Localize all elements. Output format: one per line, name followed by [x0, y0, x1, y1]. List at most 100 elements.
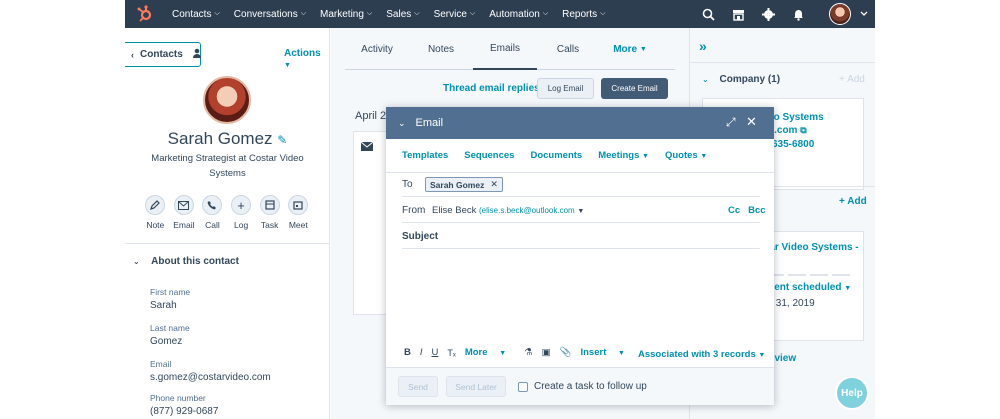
close-icon[interactable]: ✕: [746, 114, 757, 130]
create-email-button[interactable]: Create Email: [601, 78, 668, 99]
contact-avatar: [203, 76, 251, 124]
tab-activity[interactable]: Activity: [345, 28, 409, 70]
more-format-dropdown[interactable]: More ▼: [465, 347, 515, 358]
field-value-email[interactable]: s.gomez@costarvideo.com: [150, 372, 271, 383]
clear-format-icon[interactable]: Tₓ: [447, 348, 455, 358]
attachment-icon[interactable]: 📎: [560, 347, 572, 358]
email-composer-footer: Send Send Later Create a task to follow …: [386, 367, 774, 405]
chevron-down-icon: ⌄: [133, 257, 140, 266]
cc-bcc-links: Cc Bcc: [728, 205, 766, 216]
deal-name-link[interactable]: tar Video Systems -: [766, 242, 859, 253]
nav-sales[interactable]: Sales ⌵: [386, 9, 419, 20]
personalize-icon[interactable]: ⚗: [524, 347, 533, 358]
task-icon: [259, 195, 280, 215]
task-action[interactable]: Task: [255, 195, 284, 230]
tab-notes[interactable]: Notes: [409, 28, 473, 70]
underline-button[interactable]: U: [432, 347, 439, 358]
from-label: From: [402, 205, 426, 216]
nav-contacts[interactable]: Contacts ⌵: [172, 9, 220, 20]
meetings-dropdown[interactable]: Meetings ▼: [598, 150, 649, 161]
quotes-dropdown[interactable]: Quotes ▼: [665, 150, 707, 161]
chevron-down-icon: ⌄: [702, 75, 709, 84]
edit-pencil-icon[interactable]: ✎: [277, 133, 287, 147]
email-body-editor[interactable]: [402, 253, 760, 341]
external-link-icon: ⧉: [800, 125, 807, 135]
nav-service[interactable]: Service ⌵: [434, 9, 476, 20]
company-phone-link[interactable]: 635-6800: [772, 139, 814, 150]
templates-button[interactable]: Templates: [402, 150, 448, 161]
image-icon[interactable]: ▣: [542, 347, 551, 358]
user-avatar[interactable]: [829, 3, 851, 25]
cc-link[interactable]: Cc: [728, 205, 740, 216]
company-section-toggle[interactable]: ⌄ Company (1): [702, 74, 780, 85]
deal-close-date: y 31, 2019: [768, 298, 815, 309]
add-company-button[interactable]: + Add: [839, 74, 865, 85]
expand-icon[interactable]: ⤢: [726, 115, 736, 130]
divider: [690, 62, 875, 63]
bold-button[interactable]: B: [404, 347, 411, 358]
field-value-phone[interactable]: (877) 929-0687: [150, 406, 218, 417]
nav-reports[interactable]: Reports ⌵: [562, 9, 605, 20]
help-button[interactable]: Help: [835, 376, 869, 410]
subject-input[interactable]: Subject: [402, 231, 438, 242]
documents-button[interactable]: Documents: [530, 150, 582, 161]
field-value-last-name[interactable]: Gomez: [150, 336, 182, 347]
field-label-first-name: First name: [150, 287, 191, 297]
send-later-button[interactable]: Send Later: [446, 376, 506, 397]
nav-automation[interactable]: Automation ⌵: [489, 9, 548, 20]
quick-actions: Note Email Call + Log Task Meet: [141, 195, 313, 230]
add-deal-button[interactable]: + Add: [839, 196, 867, 207]
settings-gear-icon[interactable]: [761, 7, 775, 21]
deal-stage-progress: [766, 274, 854, 276]
to-label: To: [402, 179, 413, 190]
associated-records-dropdown[interactable]: Associated with 3 records ▼: [638, 349, 765, 360]
nav-icons: [701, 0, 875, 28]
about-section-toggle[interactable]: ⌄ About this contact: [133, 256, 239, 267]
note-icon: [145, 195, 166, 215]
email-action[interactable]: Email: [170, 195, 199, 230]
divider: [402, 222, 760, 223]
plus-icon: +: [231, 195, 252, 215]
nav-conversations[interactable]: Conversations ⌵: [234, 9, 306, 20]
tab-emails[interactable]: Emails: [473, 28, 537, 70]
send-button[interactable]: Send: [398, 376, 438, 397]
meet-action[interactable]: Meet: [284, 195, 313, 230]
follow-up-task-checkbox[interactable]: [518, 382, 528, 392]
person-icon: [192, 48, 202, 61]
italic-button[interactable]: I: [420, 347, 423, 358]
field-label-phone: Phone number: [150, 393, 206, 403]
tab-more[interactable]: More ▼: [599, 28, 661, 70]
tab-calls[interactable]: Calls: [537, 28, 599, 70]
search-icon[interactable]: [701, 7, 715, 21]
account-chevron-down-icon[interactable]: [857, 7, 871, 21]
from-dropdown[interactable]: Elise Beck (elise.s.beck@outlook.com ▼: [432, 205, 584, 216]
note-action[interactable]: Note: [141, 195, 170, 230]
insert-dropdown[interactable]: Insert ▼: [580, 347, 633, 358]
notifications-bell-icon[interactable]: [791, 7, 805, 21]
back-to-contacts-button[interactable]: ‹ Contacts: [125, 42, 201, 67]
crm-window: Contacts ⌵ Conversations ⌵ Marketing ⌵ Sale…: [125, 0, 875, 419]
sequences-button[interactable]: Sequences: [464, 150, 514, 161]
field-value-first-name[interactable]: Sarah: [150, 300, 177, 311]
deal-stage-dropdown[interactable]: tment scheduled ▼: [762, 282, 851, 293]
marketplace-icon[interactable]: [731, 7, 745, 21]
thread-email-replies-link[interactable]: Thread email replies: [443, 83, 540, 94]
field-label-last-name: Last name: [150, 323, 190, 333]
email-composer: ⌄ Email ⤢ ✕ Templates Sequences Document…: [386, 107, 774, 405]
email-tools: Templates Sequences Documents Meetings ▼…: [386, 139, 774, 173]
recipient-chip[interactable]: Sarah Gomez ✕: [425, 177, 503, 192]
collapse-sidebar-icon[interactable]: »: [699, 38, 707, 54]
minimize-chevron-icon[interactable]: ⌄: [398, 118, 406, 129]
formatting-toolbar: B I U Tₓ More ▼ ⚗ ▣ 📎 Insert ▼: [404, 347, 643, 358]
actions-dropdown[interactable]: Actions ▼: [284, 48, 329, 70]
call-action[interactable]: Call: [198, 195, 227, 230]
nav-marketing[interactable]: Marketing ⌵: [320, 9, 372, 20]
contact-job-title: Marketing Strategist at Costar Video Sys…: [151, 153, 304, 179]
remove-recipient-icon[interactable]: ✕: [490, 179, 498, 190]
activity-tabs: Activity Notes Emails Calls More ▼: [345, 28, 675, 70]
log-email-button[interactable]: Log Email: [537, 78, 594, 99]
bcc-link[interactable]: Bcc: [748, 205, 765, 216]
log-action[interactable]: + Log: [227, 195, 256, 230]
hubspot-logo-icon[interactable]: [136, 5, 154, 23]
top-nav: Contacts ⌵ Conversations ⌵ Marketing ⌵ Sale…: [125, 0, 875, 28]
